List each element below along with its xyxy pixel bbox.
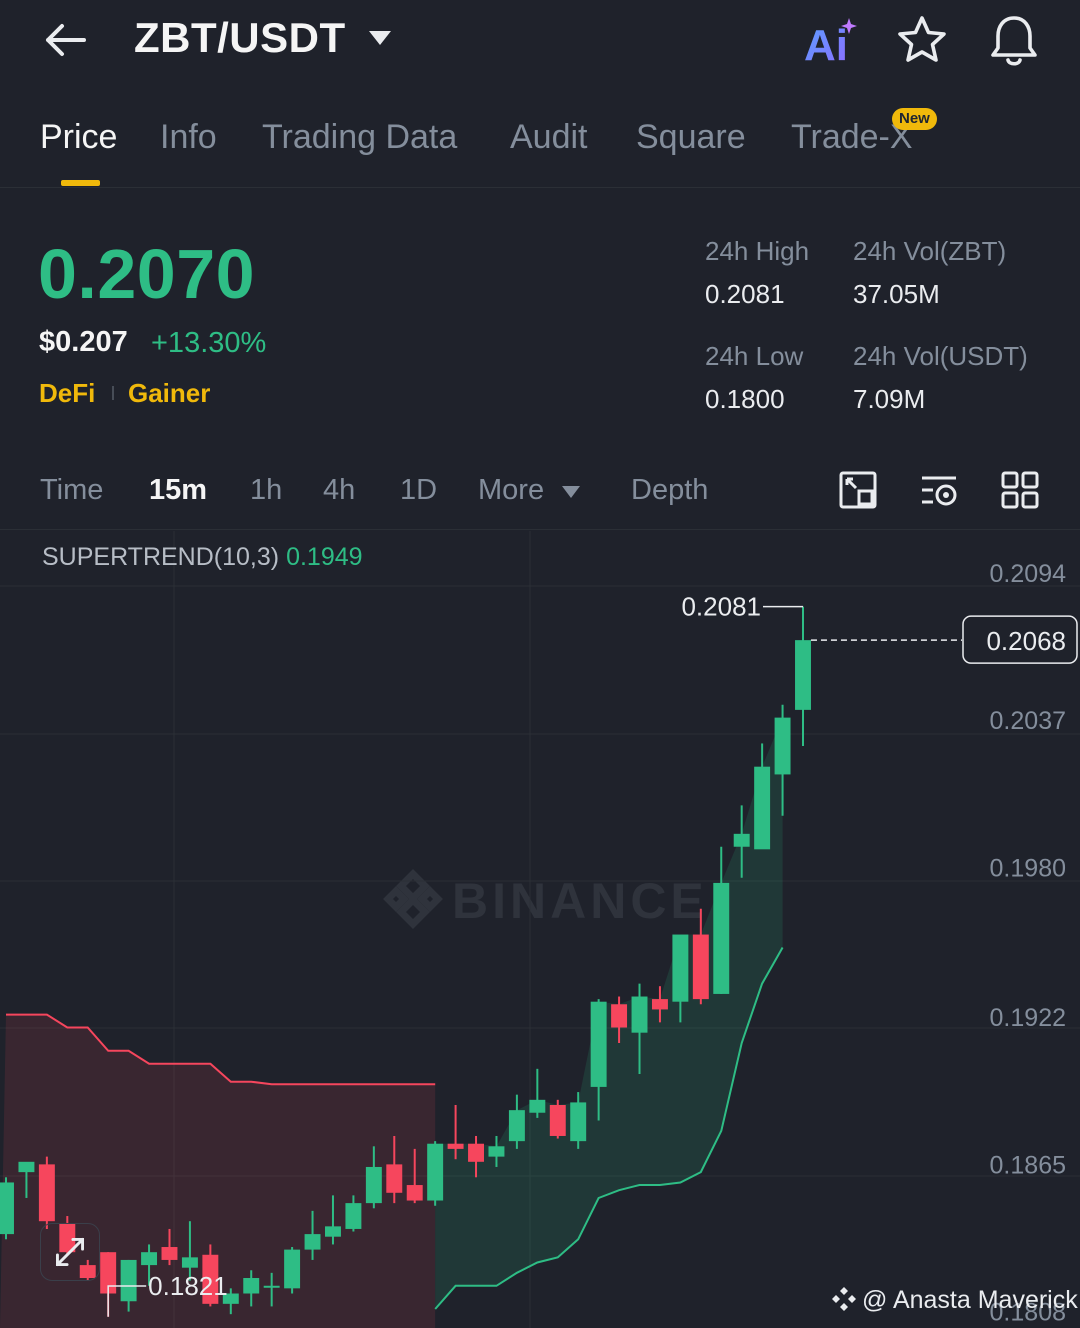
- candle-bullish: [570, 1102, 587, 1142]
- low-marker-label: 0.1821: [148, 1271, 228, 1301]
- candle-bullish: [263, 1285, 280, 1288]
- tab-trading-data[interactable]: Trading Data: [262, 118, 457, 157]
- candle-bullish: [795, 640, 811, 710]
- expand-arrows-icon[interactable]: [40, 1223, 100, 1281]
- supertrend-indicator-label[interactable]: SUPERTREND(10,3) 0.1949: [42, 543, 363, 572]
- y-axis-tick-label: 0.2094: [990, 560, 1067, 588]
- candle-bullish: [365, 1166, 382, 1204]
- layout-grid-icon[interactable]: [1000, 470, 1040, 510]
- price-change-percent: +13.30%: [151, 327, 267, 359]
- timeframe-depth[interactable]: Depth: [631, 474, 708, 507]
- credit-text: @ Anasta Maverick: [862, 1286, 1078, 1314]
- stat-24h-vol-quote-label: 24h Vol(USDT): [853, 341, 1028, 371]
- more-caret-down-icon[interactable]: [562, 486, 580, 498]
- stat-24h-vol-quote-value: 7.09M: [853, 384, 926, 414]
- candle-bullish: [325, 1226, 341, 1237]
- candle-bearish: [651, 999, 668, 1010]
- y-axis-tick-label: 0.2037: [990, 707, 1066, 735]
- candle-bullish: [0, 1182, 14, 1235]
- last-price-tag: 0.2068: [986, 626, 1066, 656]
- candle-bullish: [181, 1257, 198, 1268]
- candle-bullish: [672, 934, 689, 1002]
- indicator-value: 0.1949: [286, 543, 363, 571]
- candle-bullish: [631, 996, 648, 1033]
- indicator-name: SUPERTREND(10,3): [42, 543, 280, 571]
- y-axis-tick-label: 0.1865: [990, 1151, 1066, 1179]
- ai-label: Ai: [804, 21, 848, 66]
- candle-bearish: [406, 1185, 423, 1201]
- candle-bearish: [611, 1004, 628, 1028]
- binance-square-icon: [832, 1287, 856, 1311]
- y-axis-tick-label: 0.1980: [990, 854, 1066, 882]
- tab-info[interactable]: Info: [160, 118, 217, 157]
- candle-bullish: [141, 1252, 158, 1266]
- candle-bullish: [284, 1249, 301, 1289]
- favorite-star-icon[interactable]: [896, 14, 948, 66]
- back-arrow-icon[interactable]: [40, 18, 92, 62]
- candle-bullish: [754, 766, 771, 850]
- trading-pair-title[interactable]: ZBT/USDT: [134, 14, 346, 62]
- tag-gainer[interactable]: Gainer: [128, 378, 210, 409]
- candlestick-chart[interactable]: BINANCE 0.2094 0.2037 0.1980 0.1922 0.1865 0.…: [0, 531, 1080, 1328]
- candle-bearish: [38, 1164, 55, 1222]
- tag-defi[interactable]: DeFi: [39, 378, 95, 409]
- candle-bullish: [243, 1278, 260, 1294]
- candle-bullish: [488, 1146, 505, 1157]
- candle-bullish: [733, 833, 750, 847]
- timeframe-4h[interactable]: 4h: [323, 474, 355, 507]
- new-badge: New: [892, 108, 937, 130]
- timeframe-time[interactable]: Time: [40, 474, 103, 507]
- candle-bearish: [161, 1247, 178, 1260]
- candle-bullish: [304, 1234, 321, 1250]
- candle-bearish: [468, 1143, 484, 1162]
- author-credit: @ Anasta Maverick: [830, 1285, 1078, 1315]
- tag-divider: [112, 386, 114, 400]
- top-bar: ZBT/USDT Ai: [0, 0, 1080, 82]
- stat-24h-vol-base-value: 37.05M: [853, 279, 940, 309]
- usd-price: $0.207: [39, 326, 128, 358]
- candle-bullish: [713, 882, 730, 994]
- candle-bearish: [447, 1143, 464, 1149]
- last-price: 0.2070: [38, 235, 256, 313]
- tab-square[interactable]: Square: [636, 118, 746, 157]
- stat-24h-high-label: 24h High: [705, 236, 810, 266]
- y-axis-tick-label: 0.1922: [990, 1004, 1066, 1032]
- tab-audit[interactable]: Audit: [510, 118, 588, 157]
- chart-fullscreen-icon[interactable]: [838, 470, 878, 510]
- timeframe-bar: Time 15m 1h 4h 1D More Depth: [0, 456, 1080, 530]
- supertrend-support-fill: [435, 717, 783, 1309]
- candle-bearish: [386, 1164, 403, 1193]
- candle-bullish: [590, 1001, 607, 1087]
- candle-bullish: [18, 1161, 35, 1173]
- indicator-settings-icon[interactable]: [919, 470, 959, 510]
- price-alert-bell-icon[interactable]: [988, 12, 1040, 68]
- candle-bullish: [774, 717, 791, 775]
- candle-bullish: [345, 1203, 362, 1229]
- ai-assistant-icon[interactable]: Ai: [804, 16, 858, 66]
- timeframe-15m[interactable]: 15m: [149, 474, 207, 507]
- candle-bullish: [508, 1110, 525, 1142]
- chevron-down-icon[interactable]: [368, 30, 392, 46]
- stat-24h-low-value: 0.1800: [705, 384, 785, 414]
- high-marker-label: 0.2081: [681, 592, 761, 622]
- candle-bullish: [120, 1259, 137, 1302]
- stat-24h-low-label: 24h Low: [705, 341, 804, 371]
- candle-bullish: [427, 1143, 444, 1201]
- stat-24h-high-value: 0.2081: [705, 279, 785, 309]
- timeframe-more[interactable]: More: [478, 474, 544, 507]
- timeframe-1d[interactable]: 1D: [400, 474, 437, 507]
- stat-24h-vol-base-label: 24h Vol(ZBT): [853, 236, 1007, 266]
- candle-bullish: [529, 1099, 546, 1113]
- timeframe-1h[interactable]: 1h: [250, 474, 282, 507]
- chart-canvas[interactable]: 0.20940.20370.19800.19220.18650.18080.20…: [0, 531, 1080, 1328]
- tab-price[interactable]: Price: [40, 118, 117, 157]
- active-tab-indicator: [61, 180, 100, 186]
- candle-bearish: [549, 1104, 566, 1136]
- main-tabs: Price Info Trading Data Audit Square Tra…: [0, 100, 1080, 188]
- candle-bearish: [692, 934, 709, 1000]
